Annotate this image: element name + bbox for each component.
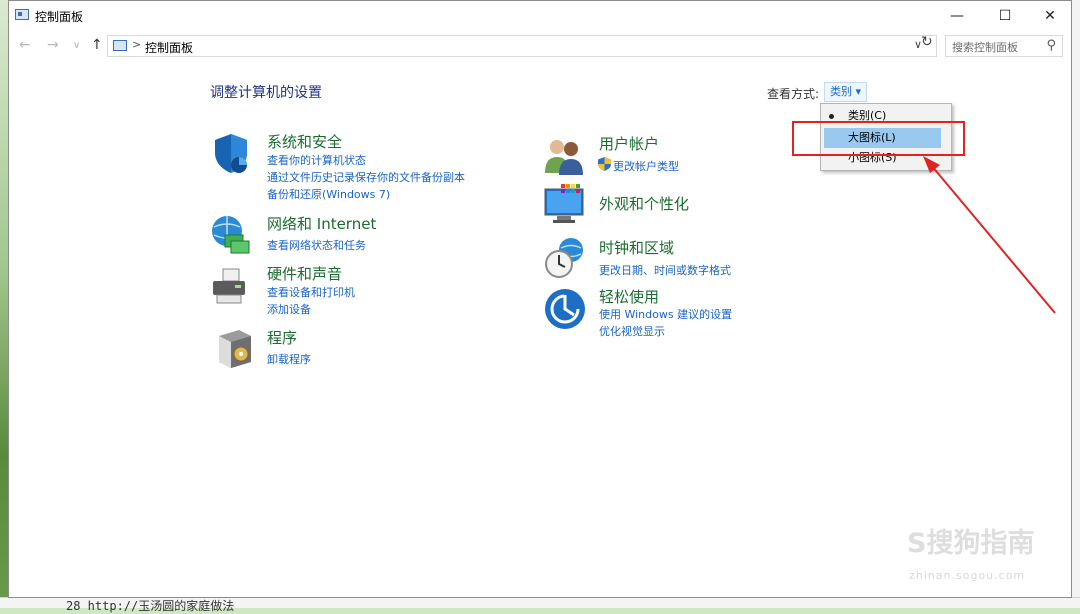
watermark: S搜狗指南 xyxy=(907,528,1035,559)
up-arrow-icon[interactable]: ↑ xyxy=(91,37,103,53)
network-globe-icon[interactable] xyxy=(209,213,253,257)
control-panel-icon xyxy=(113,40,127,51)
uac-shield-icon xyxy=(598,157,611,171)
category-link[interactable]: 更改日期、时间或数字格式 xyxy=(599,262,731,278)
category-title[interactable]: 硬件和声音 xyxy=(267,263,342,284)
refresh-icon[interactable]: ↻ xyxy=(921,34,933,50)
breadcrumb[interactable]: 控制面板 xyxy=(145,39,193,56)
category-link[interactable]: 更改帐户类型 xyxy=(613,158,679,174)
category-link[interactable]: 添加设备 xyxy=(267,301,311,317)
close-button[interactable]: ✕ xyxy=(1027,1,1073,31)
category-link[interactable]: 查看网络状态和任务 xyxy=(267,237,366,253)
control-panel-window: 控制面板 — ☐ ✕ ← → ∨ ↑ > 控制面板 ∨ ↻ 搜索控制面板 ⚲ 调… xyxy=(8,0,1072,598)
category-title[interactable]: 轻松使用 xyxy=(599,286,659,307)
clock-globe-icon[interactable] xyxy=(543,236,587,280)
address-bar-row: ← → ∨ ↑ > 控制面板 ∨ xyxy=(9,32,1071,60)
printer-icon[interactable] xyxy=(209,265,253,309)
control-panel-icon xyxy=(15,9,29,20)
category-link[interactable]: 查看设备和打印机 xyxy=(267,284,355,300)
recent-locations-icon[interactable]: ∨ xyxy=(73,40,80,51)
search-input[interactable]: 搜索控制面板 ⚲ xyxy=(945,35,1063,57)
watermark-url: zhinan.sogou.com xyxy=(909,569,1026,582)
view-by-dropdown[interactable]: 类别 ▾ xyxy=(824,82,868,102)
background-window-edge xyxy=(1071,0,1080,607)
category-link[interactable]: 优化视觉显示 xyxy=(599,323,665,339)
background-document-text: 28 http://玉汤圆的家庭做法 xyxy=(66,599,235,613)
category-title[interactable]: 外观和个性化 xyxy=(599,193,689,214)
shield-icon[interactable] xyxy=(209,131,253,175)
forward-arrow-icon[interactable]: → xyxy=(47,37,59,53)
category-link[interactable]: 查看你的计算机状态 xyxy=(267,152,366,168)
category-title[interactable]: 时钟和区域 xyxy=(599,237,674,258)
users-icon[interactable] xyxy=(543,135,587,179)
window-title: 控制面板 xyxy=(35,10,84,24)
back-arrow-icon[interactable]: ← xyxy=(19,37,31,53)
annotation-arrow-icon xyxy=(923,156,1056,314)
search-icon[interactable]: ⚲ xyxy=(1046,38,1056,53)
maximize-button[interactable]: ☐ xyxy=(982,1,1028,31)
search-placeholder: 搜索控制面板 xyxy=(952,41,1018,54)
category-title[interactable]: 程序 xyxy=(267,327,297,348)
category-link[interactable]: 卸载程序 xyxy=(267,351,311,367)
breadcrumb-separator-icon[interactable]: > xyxy=(132,38,141,51)
appearance-monitor-icon[interactable] xyxy=(543,183,587,227)
minimize-button[interactable]: — xyxy=(934,1,980,31)
category-title[interactable]: 网络和 Internet xyxy=(267,213,376,234)
ease-of-access-icon[interactable] xyxy=(543,287,587,331)
category-title[interactable]: 用户帐户 xyxy=(599,133,659,154)
category-title[interactable]: 系统和安全 xyxy=(267,131,342,152)
view-by-label: 查看方式: xyxy=(767,87,820,101)
category-link[interactable]: 通过文件历史记录保存你的文件备份副本 xyxy=(267,169,465,185)
page-title: 调整计算机的设置 xyxy=(210,85,322,101)
category-link[interactable]: 使用 Windows 建议的设置 xyxy=(599,306,732,322)
title-bar: 控制面板 — ☐ ✕ xyxy=(9,1,1071,32)
address-field[interactable]: > 控制面板 ∨ xyxy=(107,35,937,57)
programs-box-icon[interactable] xyxy=(213,326,257,370)
category-link[interactable]: 备份和还原(Windows 7) xyxy=(267,186,390,202)
selected-bullet-icon xyxy=(829,114,834,119)
